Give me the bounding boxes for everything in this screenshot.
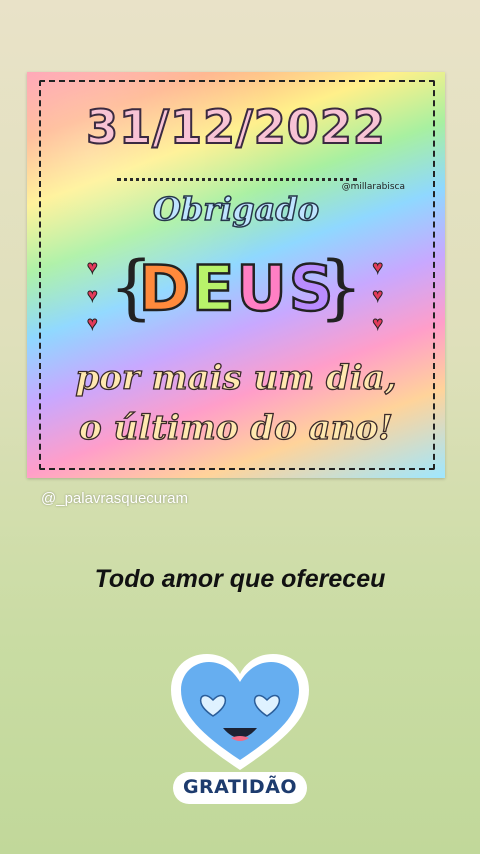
left-brace-icon: {	[109, 246, 154, 328]
story-caption: Todo amor que ofereceu	[94, 565, 386, 593]
image-line-2: o último do ano!	[78, 407, 393, 448]
heart-eyes-face-icon	[171, 654, 309, 770]
god-letter-u: U	[235, 251, 288, 327]
image-date: 31/12/2022	[85, 99, 386, 155]
scallop-divider	[117, 168, 357, 181]
sticker-label: GRATIDÃO	[182, 776, 298, 798]
post-credit[interactable]: @_palavrasquecuram	[41, 490, 188, 507]
image-line-1: por mais um dia,	[75, 357, 398, 398]
gratitude-sticker[interactable]: GRATIDÃO	[165, 648, 315, 808]
god-word: { DEUS }	[27, 246, 445, 332]
god-letter-e: E	[191, 251, 236, 327]
image-thanks-text: Obrigado	[152, 189, 320, 229]
right-brace-icon: }	[318, 246, 363, 328]
post-image: 31/12/2022 @millarabisca Obrigado ♥ ♥ ♥ …	[27, 72, 445, 478]
